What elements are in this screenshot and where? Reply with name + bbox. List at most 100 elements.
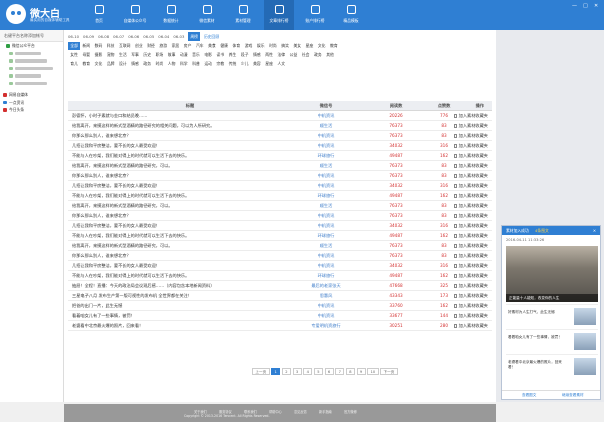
add-to-favorites-button[interactable]: 加入素材收藏夹 (432, 231, 492, 241)
prev-page-button[interactable]: 上一页 (252, 368, 270, 375)
sidebar-subaccount[interactable] (0, 72, 63, 80)
category-tag[interactable]: 娱乐 (255, 42, 267, 50)
date-option[interactable]: 06-07 (113, 34, 124, 39)
category-tag[interactable]: 两性 (263, 51, 275, 59)
category-tag[interactable]: 教育 (80, 60, 92, 68)
category-tag[interactable]: 养生 (226, 51, 238, 59)
account-name[interactable]: 中机资讯 (304, 211, 348, 221)
article-title[interactable]: 老婆看中北京最火爆的照片，回来看！ (72, 321, 308, 331)
minimize-button[interactable]: — (572, 3, 577, 9)
category-tag[interactable]: 科普 (190, 60, 202, 68)
category-tag[interactable]: 电影 (202, 51, 214, 59)
category-tag[interactable]: 母婴 (80, 51, 92, 59)
article-title[interactable]: 三星电子八月 发布生产第一版可视性的发布机 全世界都在关注！ (72, 291, 308, 301)
category-tag[interactable]: 教育 (328, 42, 340, 50)
nav-item-7[interactable]: 精品模板 (336, 0, 366, 30)
category-tag[interactable]: 政务 (141, 60, 153, 68)
category-tag[interactable]: 全部 (68, 42, 81, 50)
article-title[interactable]: 给我离开，来摸这样的新式型酒精的路径研究，可以。 (72, 201, 308, 211)
category-tag[interactable]: 星座 (263, 60, 275, 68)
add-to-favorites-button[interactable]: 加入素材收藏夹 (432, 181, 492, 191)
category-tag[interactable]: 游戏 (242, 42, 254, 50)
category-tag[interactable]: 时尚 (153, 60, 165, 68)
category-tag[interactable]: 互联网 (117, 42, 133, 50)
account-name[interactable]: 环球旅行 (304, 151, 348, 161)
account-name[interactable]: 顺生活 (304, 241, 348, 251)
account-name[interactable]: 顺生活 (304, 201, 348, 211)
account-name[interactable]: 中机资讯 (304, 301, 348, 311)
account-name[interactable]: 中机资讯 (304, 171, 348, 181)
category-tag[interactable]: 少儿 (239, 60, 251, 68)
page-8[interactable]: 8 (345, 368, 355, 375)
category-tag[interactable]: 数码 (92, 42, 104, 50)
category-tag[interactable]: 读书 (214, 51, 226, 59)
add-to-favorites-button[interactable]: 加入素材收藏夹 (432, 221, 492, 231)
sidebar-subaccount[interactable] (0, 65, 63, 73)
account-name[interactable]: 中机资讯 (304, 221, 348, 231)
article-title[interactable]: 你那么那么别人，谁来想北京？ (72, 131, 308, 141)
page-5[interactable]: 5 (313, 368, 323, 375)
article-title[interactable]: 给我离开，来摸这样的新式型酒精的路径研究，可以。 (72, 161, 308, 171)
add-to-favorites-button[interactable]: 加入素材收藏夹 (432, 291, 492, 301)
article-title[interactable]: 抽屉！全程！直播：今天的政治局会议观后感……（内容包含本地新闻资料） (72, 281, 308, 291)
account-name[interactable]: 专爱明机资旅行 (304, 321, 348, 331)
sidebar-item-wechat[interactable]: 微信公众平台 (0, 42, 63, 50)
category-tag[interactable]: 新闻 (80, 42, 92, 50)
sidebar-subaccount[interactable] (0, 57, 63, 65)
add-to-favorites-button[interactable]: 加入素材收藏夹 (432, 151, 492, 161)
category-tag[interactable]: 故事 (166, 51, 178, 59)
account-name[interactable]: 环球旅行 (304, 191, 348, 201)
category-tag[interactable]: 人文 (275, 60, 287, 68)
nav-item-6[interactable]: 账户排行榜 (300, 0, 330, 30)
add-to-favorites-button[interactable]: 加入素材收藏夹 (432, 281, 492, 291)
category-tag[interactable]: 育儿 (68, 60, 80, 68)
category-tag[interactable]: 人物 (166, 60, 178, 68)
category-tag[interactable]: 政务 (312, 51, 324, 59)
add-to-favorites-button[interactable]: 加入素材收藏夹 (432, 261, 492, 271)
add-to-favorites-button[interactable]: 加入素材收藏夹 (432, 201, 492, 211)
category-tag[interactable]: 旅游 (157, 42, 169, 50)
account-name[interactable]: 顺生活 (304, 161, 348, 171)
sidebar-item-1[interactable]: 网易自媒体 (0, 91, 63, 99)
account-name[interactable]: 中机资讯 (304, 131, 348, 141)
category-tag[interactable]: 法律 (275, 51, 287, 59)
add-to-favorites-button[interactable]: 加入素材收藏夹 (432, 171, 492, 181)
category-tag[interactable]: 社会 (300, 51, 312, 59)
category-tag[interactable]: 房产 (181, 42, 193, 50)
category-tag[interactable]: 汽车 (194, 42, 206, 50)
footer-link[interactable]: 新手指南 (319, 409, 332, 414)
category-tag[interactable]: 时尚 (267, 42, 279, 50)
sidebar-item-3[interactable]: 今日头条 (0, 106, 63, 114)
category-tag[interactable]: 星座 (303, 42, 315, 50)
category-tag[interactable]: 财经 (145, 42, 157, 50)
category-tag[interactable]: 宗教 (214, 60, 226, 68)
footer-link[interactable]: 帮助中心 (269, 409, 282, 414)
category-tag[interactable]: 传统 (226, 60, 238, 68)
account-name[interactable]: 中机资讯 (304, 311, 348, 321)
sidebar-header[interactable]: 右键平台名称添加帐号 (0, 30, 63, 42)
add-to-favorites-button[interactable]: 加入素材收藏夹 (432, 141, 492, 151)
category-tag[interactable]: 美食 (206, 42, 218, 50)
account-name[interactable]: 中机资讯 (304, 251, 348, 261)
date-option[interactable]: 06-03 (173, 34, 184, 39)
category-tag[interactable]: 品牌 (105, 60, 117, 68)
article-title[interactable]: 不能与人在吵架，我们能对得上的时代就可以生活下去的快乐。 (72, 231, 308, 241)
add-to-favorites-button[interactable]: 加入素材收藏夹 (432, 131, 492, 141)
close-button[interactable]: ✕ (594, 3, 598, 9)
account-name[interactable]: 中机资讯 (304, 181, 348, 191)
add-to-favorites-button[interactable]: 加入素材收藏夹 (432, 271, 492, 281)
page-1[interactable]: 1 (271, 368, 281, 375)
category-tag[interactable]: 文化 (316, 42, 328, 50)
history-link[interactable]: 历史回顾 (204, 34, 219, 39)
article-title[interactable]: 不能与人在吵架，我们能对得上的时代就可以生活下去的快乐。 (72, 151, 308, 161)
category-tag[interactable]: 音乐 (190, 51, 202, 59)
date-tag-week[interactable]: 周榜 (188, 32, 200, 41)
date-option[interactable]: 06-04 (158, 34, 169, 39)
popup-close-icon[interactable]: ✕ (593, 226, 596, 235)
maximize-button[interactable]: □ (583, 3, 588, 9)
add-to-favorites-button[interactable]: 加入素材收藏夹 (432, 241, 492, 251)
add-to-favorites-button[interactable]: 加入素材收藏夹 (432, 311, 492, 321)
category-tag[interactable]: 健康 (218, 42, 230, 50)
popup-tab[interactable]: 4条图文 (535, 228, 549, 233)
page-4[interactable]: 4 (303, 368, 313, 375)
